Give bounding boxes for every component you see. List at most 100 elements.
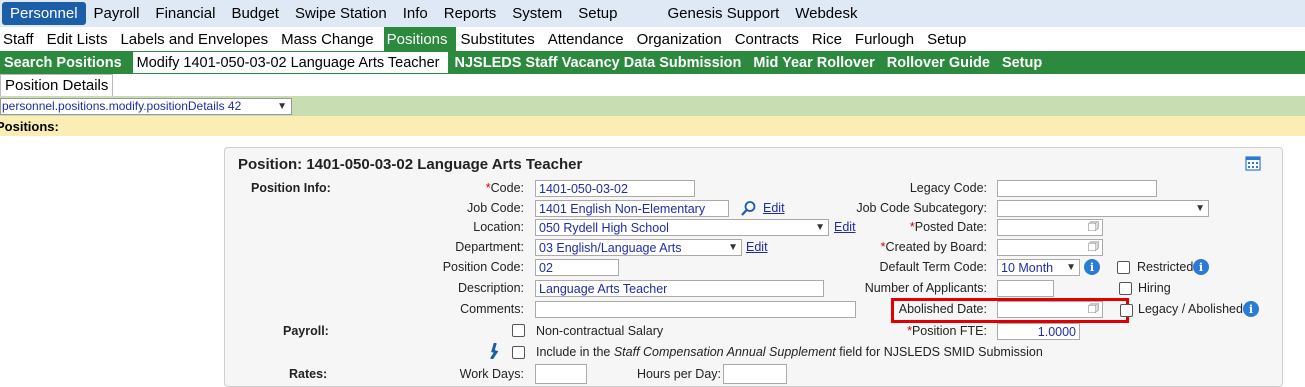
submenu-substitutes[interactable]: Substitutes [458,27,543,51]
position-fte-label-text: Position FTE: [911,324,987,338]
department-edit-link[interactable]: Edit [746,240,768,254]
tab-search-positions[interactable]: Search Positions [0,51,130,74]
tab-modify-position[interactable]: Modify 1401-050-03-02 Language Arts Teac… [132,52,448,73]
hours-per-day-input[interactable] [723,364,787,384]
submenu-edit-lists[interactable]: Edit Lists [44,27,116,51]
hours-per-day-label: Hours per Day: [636,367,721,381]
department-select[interactable]: 03 English/Language Arts ▼ [535,239,742,256]
restricted-checkbox[interactable] [1117,261,1130,274]
default-term-code-value: 10 Month [1001,260,1054,275]
rates-label: Rates: [289,367,328,381]
submenu-organization[interactable]: Organization [634,27,730,51]
legacy-code-input[interactable] [997,180,1157,197]
screen-path-select[interactable]: personnel.positions.modify.positionDetai… [0,97,292,115]
section-header: Positions: [0,118,59,134]
info-icon[interactable]: i [1084,259,1100,275]
location-select[interactable]: 050 Rydell High School ▼ [535,219,829,236]
search-icon[interactable] [740,200,757,217]
posted-date-label-text: Posted Date: [914,220,987,234]
position-panel: Position: 1401-050-03-02 Language Arts T… [224,147,1283,387]
position-code-input[interactable]: 02 [535,259,619,276]
location-value: 050 Rydell High School [539,220,669,235]
work-days-label: Work Days: [459,367,524,381]
section-header-bar: Positions: [0,116,1305,136]
legacy-code-label: Legacy Code: [909,181,987,195]
third-menu: Search Positions Modify 1401-050-03-02 L… [0,51,1305,74]
sub-menu: Staff Edit Lists Labels and Envelopes Ma… [0,27,1305,51]
submenu-staff[interactable]: Staff [0,27,42,51]
position-info-label: Position Info: [251,181,331,195]
job-code-subcategory-label: Job Code Subcategory: [856,201,987,215]
info-icon[interactable]: i [1193,259,1209,275]
tab-mid-year-rollover[interactable]: Mid Year Rollover [749,51,882,74]
tab-njsleds-vacancy[interactable]: NJSLEDS Staff Vacancy Data Submission [451,51,750,74]
submenu-furlough[interactable]: Furlough [852,27,922,51]
submenu-setup[interactable]: Setup [924,27,974,51]
restricted-label: Restricted [1137,260,1194,274]
include-supplement-label: Include in the Staff Compensation Annual… [536,345,1043,359]
description-label: Description: [458,281,524,295]
comments-input[interactable] [535,301,856,318]
submenu-attendance[interactable]: Attendance [545,27,632,51]
chevron-down-icon: ▼ [728,242,738,253]
job-code-input[interactable]: 1401 English Non-Elementary [535,200,729,217]
number-of-applicants-input[interactable] [997,280,1054,297]
menu-personnel[interactable]: Personnel [2,2,86,25]
menu-genesis-support[interactable]: Genesis Support [660,2,788,25]
menu-info[interactable]: Info [395,2,436,25]
created-by-board-input[interactable]: 🗇 [997,239,1103,256]
include-supplement-prefix: Include in the [536,345,611,359]
menu-budget[interactable]: Budget [223,2,287,25]
code-label-text: Code: [490,181,524,195]
job-code-edit-link[interactable]: Edit [763,201,785,215]
menu-swipe-station[interactable]: Swipe Station [287,2,395,25]
person-icon [490,343,499,359]
job-code-subcategory-select[interactable]: ▼ [997,200,1209,217]
position-code-label: Position Code: [442,260,524,274]
chevron-down-icon: ▼ [1066,262,1076,273]
location-edit-link[interactable]: Edit [834,220,856,234]
location-label: Location: [473,220,524,234]
menu-system[interactable]: System [504,2,570,25]
menu-financial[interactable]: Financial [147,2,223,25]
default-term-code-label: Default Term Code: [879,260,987,274]
hiring-label: Hiring [1138,281,1171,295]
default-term-code-select[interactable]: 10 Month ▼ [997,259,1080,276]
screen-path-value: personnel.positions.modify.positionDetai… [2,99,242,113]
posted-date-input[interactable]: 🗇 [997,219,1103,236]
include-supplement-italic: Staff Compensation Annual Supplement [613,345,836,359]
description-input[interactable]: Language Arts Teacher [535,280,824,297]
non-contractual-salary-checkbox[interactable] [512,324,525,337]
payroll-label: Payroll: [283,324,329,338]
calendar-picker-icon[interactable]: 🗇 [1088,220,1099,235]
menu-webdesk[interactable]: Webdesk [787,2,865,25]
legacy-abolished-checkbox[interactable] [1120,304,1133,317]
submenu-labels-envelopes[interactable]: Labels and Envelopes [117,27,276,51]
menu-payroll[interactable]: Payroll [86,2,148,25]
menu-setup[interactable]: Setup [570,2,625,25]
legacy-abolished-label: Legacy / Abolished [1138,302,1243,316]
tab-rollover-guide[interactable]: Rollover Guide [883,51,998,74]
hiring-checkbox[interactable] [1119,282,1132,295]
submenu-contracts[interactable]: Contracts [732,27,807,51]
code-input[interactable]: 1401-050-03-02 [535,180,695,197]
calendar-icon[interactable] [1245,155,1261,171]
tab-setup[interactable]: Setup [998,51,1050,74]
number-of-applicants-label: Number of Applicants: [864,281,987,295]
calendar-picker-icon[interactable]: 🗇 [1088,240,1099,255]
work-days-input[interactable] [535,364,587,384]
posted-date-label: *Posted Date: [909,220,987,234]
include-supplement-checkbox[interactable] [512,346,525,359]
panel-title: Position: 1401-050-03-02 Language Arts T… [238,156,583,173]
menu-reports[interactable]: Reports [436,2,505,25]
submenu-rice[interactable]: Rice [809,27,850,51]
chevron-down-icon: ▼ [815,222,825,233]
submenu-positions[interactable]: Positions [383,27,456,51]
comments-label: Comments: [460,302,524,316]
chevron-down-icon: ▼ [1195,203,1205,214]
tab-position-details[interactable]: Position Details [0,74,114,96]
department-value: 03 English/Language Arts [539,240,682,255]
info-icon[interactable]: i [1243,301,1259,317]
submenu-mass-change[interactable]: Mass Change [278,27,382,51]
position-fte-input[interactable]: 1.0000 [997,323,1080,340]
